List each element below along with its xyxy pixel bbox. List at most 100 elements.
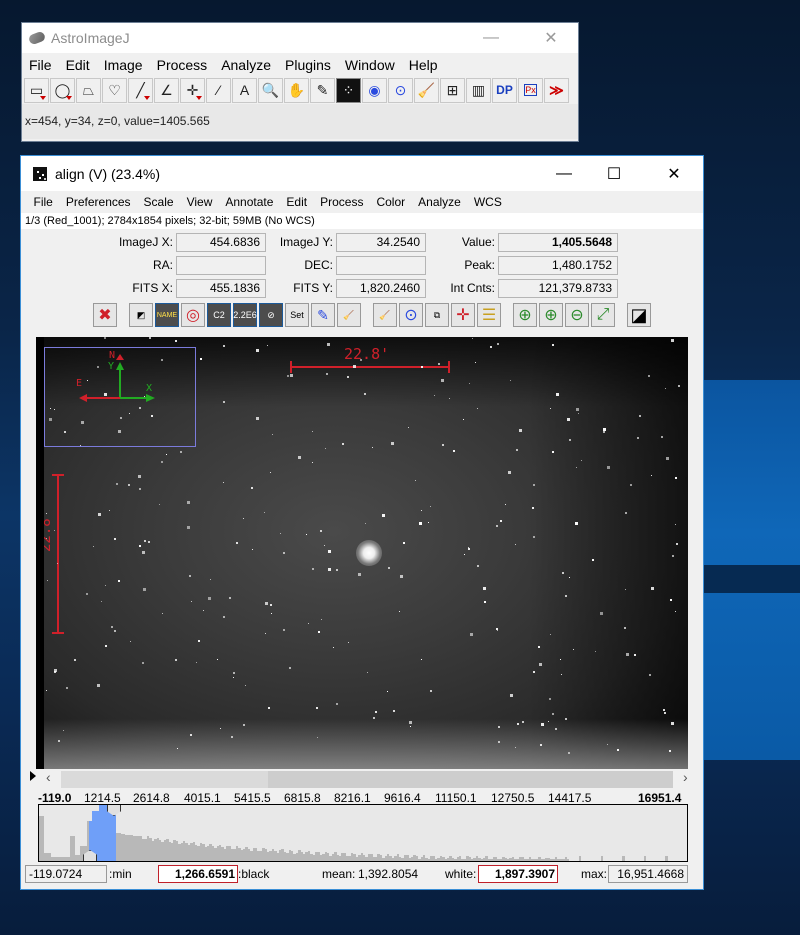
compass-x-label: X [146,383,153,394]
white-field[interactable]: 1,897.3907 [478,865,558,883]
black-field[interactable]: 1,266.6591 [158,865,238,883]
clear-overlay-button[interactable]: ✖ [93,303,117,327]
minimize-button[interactable]: — [541,156,587,191]
int-cnts-field[interactable]: 121,379.8733 [498,279,618,298]
fits-y-field[interactable]: 1,820.2460 [336,279,426,298]
min-field[interactable]: -119.0724 [25,865,107,883]
image-menu-preferences[interactable]: Preferences [59,195,137,209]
color-picker-tool-button[interactable]: ✎ [310,77,335,103]
star [670,721,674,725]
menu-analyze[interactable]: Analyze [214,57,278,73]
star [197,640,200,643]
remove-star-button[interactable]: ⊘ [259,303,283,327]
table-tool-button[interactable]: ▥ [466,77,491,103]
histogram-bar [192,842,195,861]
imagej-y-field[interactable]: 34.2540 [336,233,426,252]
multi-aperture-tool-button[interactable]: ⊙ [388,77,413,103]
star [568,439,571,442]
scroll-right-icon[interactable]: › [683,769,688,785]
image-menu-edit[interactable]: Edit [280,195,314,209]
close-button[interactable]: ✕ [651,156,697,191]
image-titlebar[interactable]: align (V) (23.4%) — ☐ ✕ [21,156,703,191]
peak-field[interactable]: 1,480.1752 [498,256,618,275]
edit-apertures-button[interactable]: ✎ [311,303,335,327]
show-name-button[interactable]: NAME [155,303,179,327]
scrollbar-thumb[interactable] [268,771,673,788]
image-menu-analyze[interactable]: Analyze [412,195,468,209]
image-menu-annotate[interactable]: Annotate [219,195,280,209]
star [233,671,236,674]
astronomical-image-canvas[interactable]: N Y E X 22.8' 22.8' [36,337,688,769]
invert-button[interactable]: ◩ [129,303,153,327]
set-aperture-button[interactable]: Set [285,303,309,327]
star [393,709,396,712]
text-tool-button[interactable]: A [232,77,257,103]
wand-tool-button[interactable]: ⁄ [206,77,231,103]
star [664,387,666,389]
gain-button[interactable]: 2.2E6 [233,303,257,327]
clear-apertures-button[interactable]: 🧹 [337,303,361,327]
menu-help[interactable]: Help [402,57,445,73]
oval-tool-button[interactable]: ◯ [50,77,75,103]
zoom-fit-button[interactable]: ⤢ [591,303,615,327]
menu-image[interactable]: Image [97,57,150,73]
star [307,622,309,624]
zoom-out-button[interactable]: ⊖ [565,303,589,327]
image-menu-wcs[interactable]: WCS [467,195,508,209]
dec-field[interactable] [336,256,426,275]
plot-tool-button[interactable]: ⊞ [440,77,465,103]
clear-tool-button[interactable]: 🧹 [414,77,439,103]
freehand-tool-button[interactable]: ♡ [102,77,127,103]
measurements-table-button[interactable]: ☰ [477,303,501,327]
menu-process[interactable]: Process [150,57,215,73]
rectangle-tool-button[interactable]: ▭ [24,77,49,103]
point-tool-button[interactable]: ✛ [180,77,205,103]
image-menu-file[interactable]: File [27,195,59,209]
angle-tool-button[interactable]: ∠ [154,77,179,103]
zoom-in-button[interactable]: ⊕ [539,303,563,327]
more-tools-button[interactable]: ≫ [544,77,569,103]
star [517,723,520,726]
histogram[interactable] [38,804,688,862]
clear-table-button[interactable]: 🧹 [373,303,397,327]
scroll-left-icon[interactable]: ‹ [46,769,51,785]
magnifier-tool-button[interactable]: 🔍 [258,77,283,103]
star [128,484,131,487]
menu-plugins[interactable]: Plugins [278,57,338,73]
histogram-bar [567,859,570,861]
horizontal-scrollbar[interactable]: ‹ › [36,769,696,789]
maximize-button[interactable] [468,23,514,53]
aperture-tool-button[interactable]: ◉ [362,77,387,103]
contrast-button[interactable]: ◪ [627,303,651,327]
histogram-bar [341,853,344,861]
star [625,653,629,657]
scroll-tool-button[interactable]: ✋ [284,77,309,103]
histogram-bar [142,838,145,861]
zoom-in-fast-button[interactable]: ⊕ [513,303,537,327]
show-aperture-button[interactable]: ◎ [181,303,205,327]
stack-align-button[interactable]: ⧉ [425,303,449,327]
main-titlebar[interactable]: AstroImageJ — ✕ [22,23,578,53]
image-menu-scale[interactable]: Scale [137,195,180,209]
max-field[interactable]: 16,951.4668 [608,865,688,883]
value-field[interactable]: 1,405.5648 [498,233,618,252]
menu-edit[interactable]: Edit [59,57,97,73]
crosshair-button[interactable]: ✛ [451,303,475,327]
image-menu-view[interactable]: View [180,195,219,209]
histogram-bar [211,845,215,861]
polygon-tool-button[interactable]: ⏢ [76,77,101,103]
line-tool-button[interactable]: ╱ [128,77,153,103]
image-menu-color[interactable]: Color [370,195,412,209]
star [269,471,271,473]
menu-window[interactable]: Window [338,57,402,73]
maximize-button[interactable]: ☐ [591,156,637,191]
dp-tool-button[interactable]: DP [492,77,517,103]
pixel-inspector-tool-button[interactable]: Px [518,77,543,103]
close-button[interactable]: ✕ [528,23,574,53]
centroid-button[interactable]: C2 [207,303,231,327]
histogram-bar [53,857,56,861]
image-menu-process[interactable]: Process [314,195,370,209]
astro-tool-button[interactable]: ⁘ [336,77,361,103]
multi-aperture-button[interactable]: ⊙ [399,303,423,327]
menu-file[interactable]: File [22,57,59,73]
